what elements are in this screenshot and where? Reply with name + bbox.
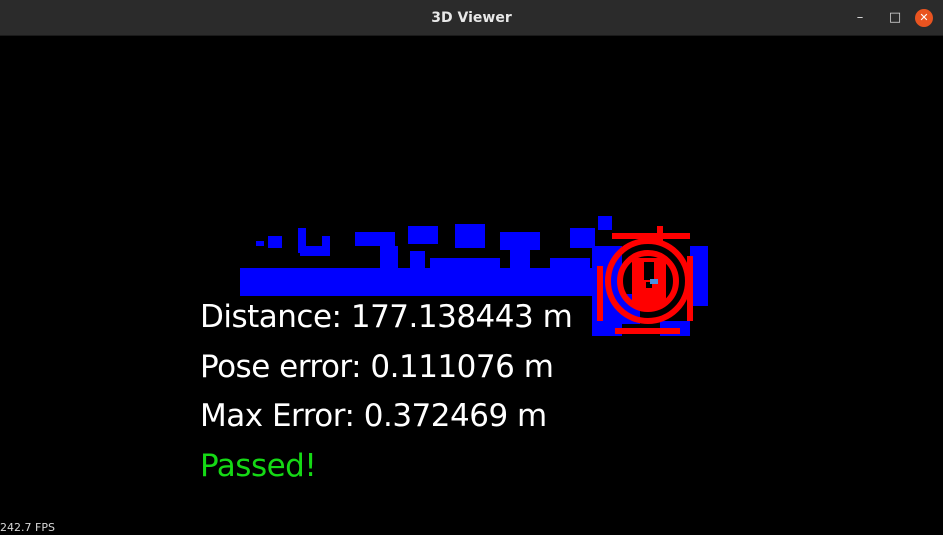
title-bar[interactable]: 3D Viewer – □ ✕	[0, 0, 943, 36]
3d-viewport[interactable]: Distance: 177.138443 m Pose error: 0.111…	[0, 36, 943, 535]
pose-error-readout: Pose error: 0.111076 m	[200, 349, 554, 385]
viewer-window: 3D Viewer – □ ✕ Distance: 177.138443 m P…	[0, 0, 943, 535]
fps-counter: 242.7 FPS	[0, 521, 55, 534]
distance-readout: Distance: 177.138443 m	[200, 299, 573, 335]
point-cloud-scene	[240, 216, 708, 336]
window-title: 3D Viewer	[431, 10, 512, 26]
test-status: Passed!	[200, 448, 317, 484]
max-error-readout: Max Error: 0.372469 m	[200, 398, 547, 434]
close-icon[interactable]: ✕	[915, 9, 933, 27]
maximize-icon[interactable]: □	[886, 9, 904, 27]
minimize-icon[interactable]: –	[851, 9, 869, 27]
